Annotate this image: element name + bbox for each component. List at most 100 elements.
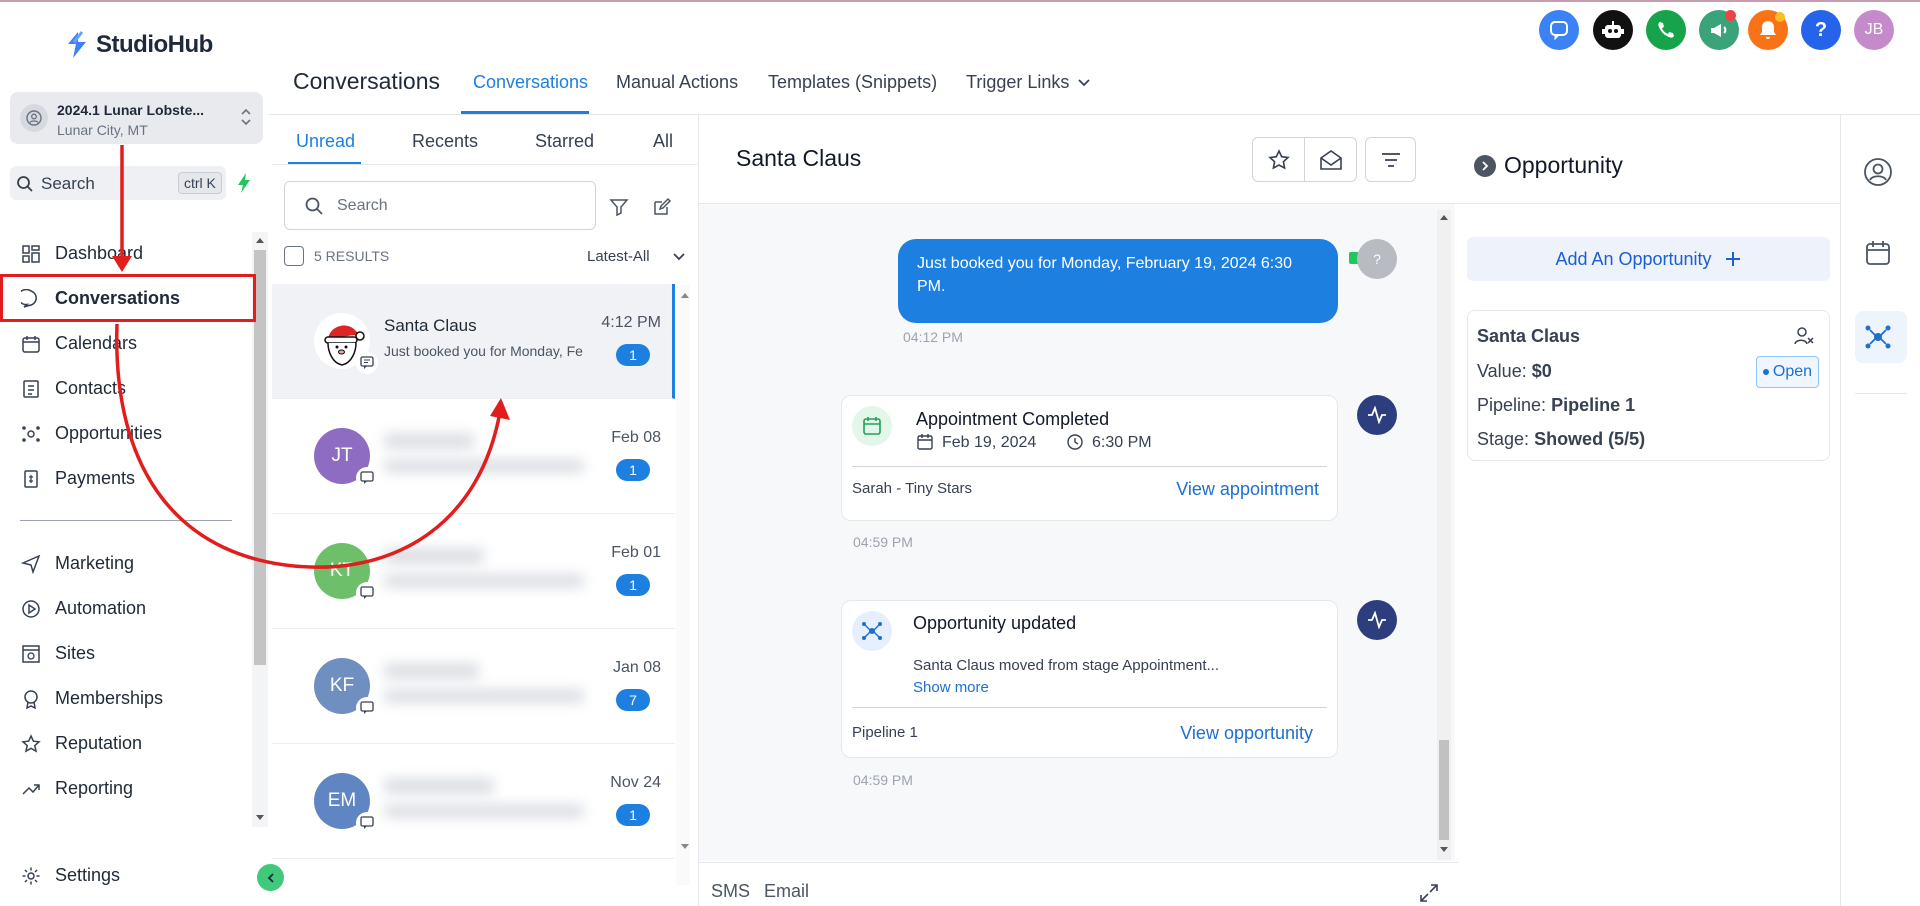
expand-icon[interactable] xyxy=(1419,883,1439,903)
list-scrollbar[interactable] xyxy=(676,285,690,885)
robot-icon xyxy=(1602,21,1624,38)
composer-tab-sms[interactable]: SMS xyxy=(711,881,750,902)
nav-reputation[interactable]: Reputation xyxy=(0,723,255,763)
star-button[interactable] xyxy=(1253,138,1305,181)
sms-badge-icon xyxy=(356,352,378,374)
card-divider xyxy=(852,466,1327,467)
conversation-row[interactable]: KT Feb 01 1 xyxy=(272,514,675,629)
card-divider xyxy=(852,707,1327,708)
opportunity-pipeline: Pipeline 1 xyxy=(852,724,918,741)
scroll-up-icon[interactable] xyxy=(1439,213,1449,221)
select-all-checkbox[interactable] xyxy=(284,246,304,266)
compose-icon[interactable] xyxy=(652,197,672,217)
conversation-row[interactable]: JT Feb 08 1 xyxy=(272,399,675,514)
results-count: 5 RESULTS xyxy=(284,246,389,266)
quick-action-bolt-icon[interactable] xyxy=(236,172,252,194)
nav-marketing[interactable]: Marketing xyxy=(0,543,255,583)
notification-dot xyxy=(1725,10,1736,21)
sms-badge-icon xyxy=(356,467,378,489)
brand-logo[interactable]: StudioHub xyxy=(64,30,213,60)
nav-calendars[interactable]: Calendars xyxy=(0,323,255,363)
contact-profile-icon[interactable] xyxy=(1863,157,1893,187)
redacted-name xyxy=(384,778,494,794)
calendar-icon[interactable] xyxy=(1863,238,1893,268)
nav-reporting[interactable]: Reporting xyxy=(0,768,255,808)
sort-dropdown[interactable]: Latest-All xyxy=(587,248,650,265)
mark-unread-button[interactable] xyxy=(1305,138,1357,181)
nav-dashboard[interactable]: Dashboard xyxy=(0,233,255,273)
conversation-row[interactable]: Santa Claus Just booked you for Monday, … xyxy=(272,284,675,399)
nav-opportunities[interactable]: Opportunities xyxy=(0,413,255,453)
opportunity-update-title: Opportunity updated xyxy=(913,613,1077,633)
location-switcher[interactable]: 2024.1 Lunar Lobste... Lunar City, MT xyxy=(10,92,263,144)
star-icon xyxy=(21,734,41,753)
nav-sites[interactable]: Sites xyxy=(0,633,255,673)
phone-button[interactable] xyxy=(1646,10,1686,50)
composer-tab-email[interactable]: Email xyxy=(764,881,809,902)
conversation-row[interactable]: EM Nov 24 1 xyxy=(272,744,675,859)
tab-manual-actions[interactable]: Manual Actions xyxy=(616,72,738,93)
filter-lines-icon xyxy=(1381,152,1400,167)
tab-starred[interactable]: Starred xyxy=(535,131,594,152)
tab-trigger-links[interactable]: Trigger Links xyxy=(966,72,1069,93)
scroll-down-icon[interactable] xyxy=(255,814,265,822)
opportunity-update-detail: Santa Claus moved from stage Appointment… xyxy=(913,657,1219,674)
stage-label: Stage: xyxy=(1477,429,1530,449)
chat-scroll-thumb[interactable] xyxy=(1439,740,1449,840)
tab-unread[interactable]: Unread xyxy=(296,131,355,152)
user-avatar[interactable]: JB xyxy=(1854,10,1894,50)
send-icon xyxy=(21,554,41,574)
nav-label: Memberships xyxy=(55,687,164,708)
filter-messages-button[interactable] xyxy=(1365,137,1416,182)
outbound-message-bubble: Just booked you for Monday, February 19,… xyxy=(898,239,1338,323)
chat-widget-button[interactable] xyxy=(1539,10,1579,50)
calendar-icon xyxy=(22,336,40,353)
opportunity-panel-header[interactable]: Opportunity xyxy=(1474,152,1623,179)
search-shortcut: ctrl K xyxy=(178,172,222,194)
view-appointment-link[interactable]: View appointment xyxy=(1176,479,1319,500)
results-label: 5 RESULTS xyxy=(314,248,390,264)
payments-icon xyxy=(24,470,38,488)
unassign-user-icon[interactable] xyxy=(1793,325,1815,347)
scroll-down-icon[interactable] xyxy=(680,843,690,851)
scroll-up-icon[interactable] xyxy=(255,236,265,244)
show-more-link[interactable]: Show more xyxy=(913,679,989,696)
nav-payments[interactable]: Payments xyxy=(0,458,255,498)
nav-settings[interactable]: Settings xyxy=(0,855,255,895)
chevron-down-icon[interactable] xyxy=(1077,78,1091,88)
tab-conversations[interactable]: Conversations xyxy=(473,72,588,93)
message-time: Feb 01 xyxy=(611,544,661,561)
help-button[interactable]: ? xyxy=(1801,10,1841,50)
nav-label: Contacts xyxy=(55,377,127,398)
tab-templates[interactable]: Templates (Snippets) xyxy=(768,72,937,93)
filter-icon[interactable] xyxy=(609,197,629,217)
conversation-row[interactable]: KF Jan 08 7 xyxy=(272,629,675,744)
add-opportunity-button[interactable]: Add An Opportunity xyxy=(1467,237,1830,281)
nav-memberships[interactable]: Memberships xyxy=(0,678,255,718)
opportunity-stage-row: Stage: Showed (5/5) xyxy=(1477,429,1645,450)
opportunity-card[interactable]: Santa Claus Value: $0 Open Pipeline: Pip… xyxy=(1467,310,1830,461)
plus-icon xyxy=(1725,252,1740,266)
view-opportunity-link[interactable]: View opportunity xyxy=(1180,723,1313,744)
tab-all[interactable]: All xyxy=(653,131,673,152)
nav-automation[interactable]: Automation xyxy=(0,588,255,628)
scroll-up-icon[interactable] xyxy=(680,291,690,299)
nav-contacts[interactable]: Contacts xyxy=(0,368,255,408)
message-time: 4:12 PM xyxy=(601,314,661,331)
redacted-preview xyxy=(384,804,584,818)
phone-icon xyxy=(1658,22,1674,38)
value-label: Value: xyxy=(1477,361,1527,381)
conversation-search-input[interactable]: Search xyxy=(284,181,596,230)
ai-bot-button[interactable] xyxy=(1593,10,1633,50)
redacted-preview xyxy=(384,459,584,473)
tab-recents[interactable]: Recents xyxy=(412,131,478,152)
opportunities-icon[interactable] xyxy=(1863,322,1893,352)
sidebar: StudioHub 2024.1 Lunar Lobste... Lunar C… xyxy=(0,2,268,906)
global-search[interactable]: Search ctrl K xyxy=(10,166,226,200)
search-icon xyxy=(17,176,33,192)
chevron-down-icon[interactable] xyxy=(672,252,686,262)
sms-badge-icon xyxy=(356,697,378,719)
scroll-down-icon[interactable] xyxy=(1439,846,1449,854)
message-time: Nov 24 xyxy=(610,774,661,791)
trending-up-icon xyxy=(22,784,40,795)
